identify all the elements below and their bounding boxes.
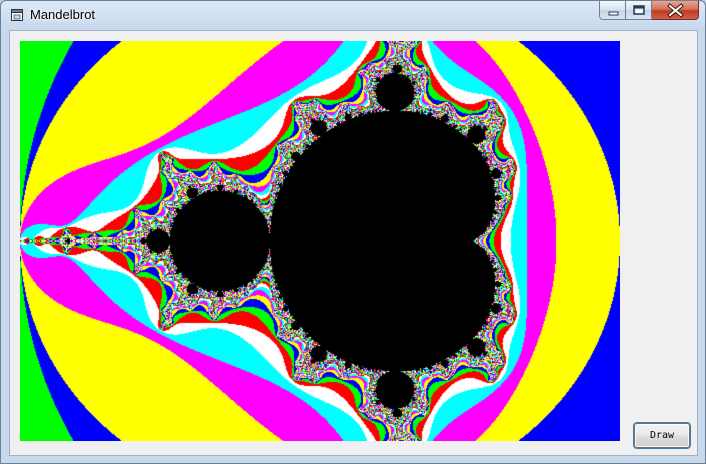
mandelbrot-window: Mandelbrot Draw	[0, 0, 706, 464]
close-icon	[667, 3, 684, 18]
draw-button[interactable]: Draw	[634, 423, 690, 448]
title-bar[interactable]: Mandelbrot	[1, 1, 705, 29]
maximize-icon	[633, 5, 645, 15]
caption-buttons	[599, 1, 699, 21]
minimize-icon	[608, 11, 619, 16]
mandelbrot-picture[interactable]	[20, 41, 620, 441]
app-window-icon[interactable]	[9, 7, 25, 23]
close-button[interactable]	[652, 1, 699, 20]
window-title: Mandelbrot	[30, 7, 96, 22]
form-client-area: Draw	[9, 30, 698, 456]
minimize-button[interactable]	[599, 1, 626, 20]
maximize-button[interactable]	[626, 1, 652, 20]
